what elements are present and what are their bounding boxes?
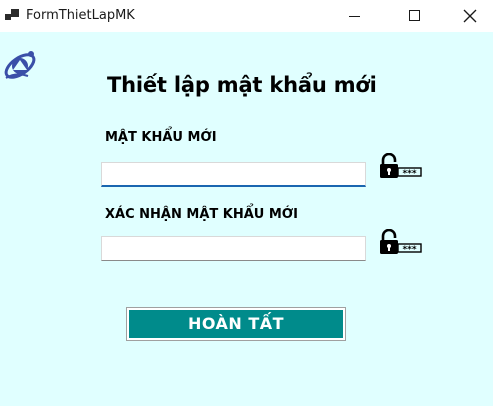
lock-password-icon: ***: [380, 153, 422, 179]
new-password-field[interactable]: [101, 162, 366, 187]
form-body: Thiết lập mật khẩu mới MẬT KHẨU MỚI *** …: [0, 32, 493, 406]
minimize-button[interactable]: [332, 0, 378, 32]
maximize-icon: [409, 10, 420, 21]
lock-password-icon: ***: [380, 229, 422, 255]
svg-text:***: ***: [402, 169, 416, 179]
title-bar[interactable]: FormThietLapMK: [0, 0, 493, 32]
window-title: FormThietLapMK: [26, 8, 135, 23]
confirm-password-label: XÁC NHẬN MẬT KHẨU MỚI: [105, 207, 298, 222]
confirm-password-field[interactable]: [101, 236, 366, 261]
maximize-button[interactable]: [391, 0, 437, 32]
page-title: Thiết lập mật khẩu mới: [107, 73, 377, 97]
svg-text:***: ***: [402, 245, 416, 255]
close-button[interactable]: [447, 0, 493, 32]
new-password-label: MẬT KHẨU MỚI: [105, 130, 217, 145]
app-icon: [5, 9, 19, 23]
university-logo: [4, 51, 36, 79]
submit-button-label: HOÀN TẤT: [129, 310, 343, 338]
minimize-icon: [349, 16, 360, 17]
submit-button[interactable]: HOÀN TẤT: [126, 307, 346, 341]
close-icon: [463, 9, 477, 23]
